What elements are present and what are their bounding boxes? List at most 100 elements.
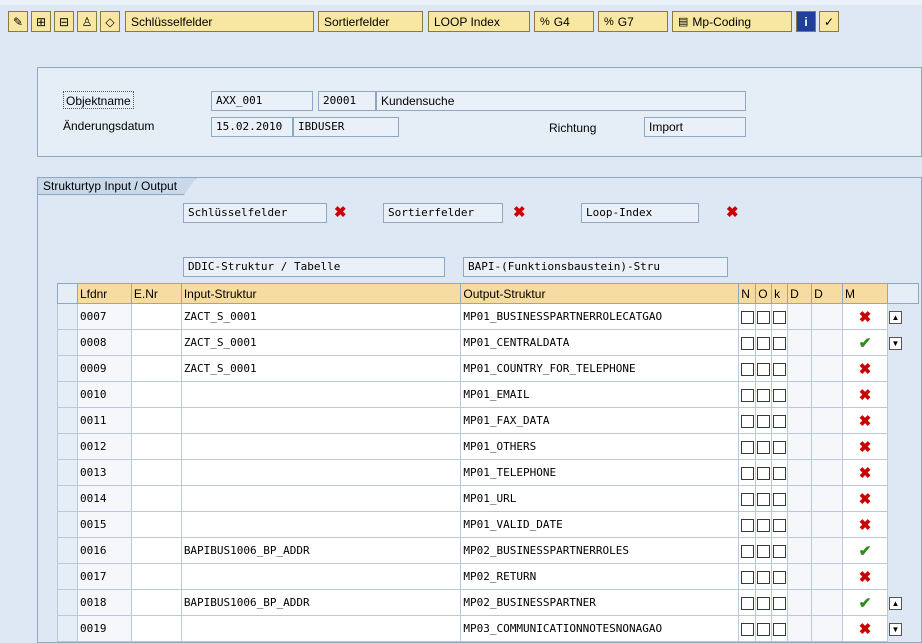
pencil-glasses-icon[interactable]: ✎ bbox=[8, 11, 28, 32]
output-structure-cell[interactable]: MP01_TELEPHONE bbox=[460, 459, 740, 486]
o-checkbox[interactable] bbox=[757, 596, 771, 610]
k-cell[interactable] bbox=[771, 381, 789, 408]
input-structure-cell[interactable] bbox=[180, 459, 462, 486]
k-checkbox[interactable] bbox=[773, 622, 787, 636]
k-cell[interactable] bbox=[771, 329, 789, 356]
enr-cell[interactable] bbox=[130, 381, 182, 408]
col-header-o[interactable]: O bbox=[755, 283, 773, 304]
n-checkbox[interactable] bbox=[740, 622, 754, 636]
output-structure-cell[interactable]: MP01_FAX_DATA bbox=[460, 407, 740, 434]
enr-cell[interactable] bbox=[130, 407, 182, 434]
n-cell[interactable] bbox=[738, 615, 757, 642]
enr-cell[interactable] bbox=[130, 511, 182, 538]
output-structure-cell[interactable]: MP01_BUSINESSPARTNERROLECATGAO bbox=[460, 303, 740, 330]
input-structure-cell[interactable] bbox=[180, 615, 462, 642]
n-cell[interactable] bbox=[738, 407, 757, 434]
output-structure-cell[interactable]: MP01_URL bbox=[460, 485, 740, 512]
key-fields-field[interactable]: Schlüsselfelder bbox=[183, 203, 327, 223]
table-row[interactable]: 0013 MP01_TELEPHONE ✖ bbox=[57, 459, 919, 486]
n-checkbox[interactable] bbox=[740, 414, 754, 428]
row-selector[interactable] bbox=[57, 303, 78, 330]
o-checkbox[interactable] bbox=[757, 622, 771, 636]
k-checkbox[interactable] bbox=[773, 336, 787, 350]
o-checkbox[interactable] bbox=[757, 492, 771, 506]
row-selector[interactable] bbox=[57, 355, 78, 382]
col-header-input-structure[interactable]: Input-Struktur bbox=[180, 283, 462, 304]
g4-button[interactable]: % G4 bbox=[534, 11, 594, 32]
enr-cell[interactable] bbox=[130, 355, 182, 382]
o-cell[interactable] bbox=[755, 407, 773, 434]
table-row[interactable]: 0010 MP01_EMAIL ✖ bbox=[57, 381, 919, 408]
input-structure-cell[interactable]: ZACT_S_0001 bbox=[180, 303, 462, 330]
input-structure-cell[interactable] bbox=[180, 511, 462, 538]
n-cell[interactable] bbox=[738, 537, 757, 564]
k-checkbox[interactable] bbox=[773, 310, 787, 324]
o-checkbox[interactable] bbox=[757, 388, 771, 402]
table-row[interactable]: 0019 MP03_COMMUNICATIONNOTESNONAGAO ✖ ▼ bbox=[57, 615, 919, 642]
loop-index-button[interactable]: LOOP Index bbox=[428, 11, 530, 32]
o-cell[interactable] bbox=[755, 563, 773, 590]
k-cell[interactable] bbox=[771, 511, 789, 538]
output-structure-cell[interactable]: MP01_CENTRALDATA bbox=[460, 329, 740, 356]
k-checkbox[interactable] bbox=[773, 518, 787, 532]
table-row[interactable]: 0015 MP01_VALID_DATE ✖ bbox=[57, 511, 919, 538]
output-structure-cell[interactable]: MP02_RETURN bbox=[460, 563, 740, 590]
o-cell[interactable] bbox=[755, 511, 773, 538]
key-fields-button[interactable]: Schlüsselfelder bbox=[125, 11, 314, 32]
n-checkbox[interactable] bbox=[740, 336, 754, 350]
o-checkbox[interactable] bbox=[757, 362, 771, 376]
o-cell[interactable] bbox=[755, 537, 773, 564]
input-structure-cell[interactable] bbox=[180, 407, 462, 434]
info-icon[interactable]: i bbox=[796, 11, 816, 32]
tag-icon[interactable]: ◇ bbox=[100, 11, 120, 32]
o-checkbox[interactable] bbox=[757, 336, 771, 350]
o-cell[interactable] bbox=[755, 355, 773, 382]
enr-cell[interactable] bbox=[130, 485, 182, 512]
col-header-n[interactable]: N bbox=[738, 283, 757, 304]
row-selector[interactable] bbox=[57, 589, 78, 616]
save-minus-icon[interactable]: ⊟ bbox=[54, 11, 74, 32]
output-structure-cell[interactable]: MP01_EMAIL bbox=[460, 381, 740, 408]
n-cell[interactable] bbox=[738, 303, 757, 330]
row-selector[interactable] bbox=[57, 381, 78, 408]
input-structure-cell[interactable]: ZACT_S_0001 bbox=[180, 329, 462, 356]
col-header-k[interactable]: k bbox=[771, 283, 789, 304]
k-cell[interactable] bbox=[771, 615, 789, 642]
output-structure-cell[interactable]: MP02_BUSINESSPARTNER bbox=[460, 589, 740, 616]
output-structure-cell[interactable]: MP02_BUSINESSPARTNERROLES bbox=[460, 537, 740, 564]
o-checkbox[interactable] bbox=[757, 518, 771, 532]
input-structure-cell[interactable]: BAPIBUS1006_BP_ADDR bbox=[180, 537, 462, 564]
table-row[interactable]: 0016 BAPIBUS1006_BP_ADDR MP02_BUSINESSPART… bbox=[57, 537, 919, 564]
o-cell[interactable] bbox=[755, 459, 773, 486]
n-cell[interactable] bbox=[738, 355, 757, 382]
o-checkbox[interactable] bbox=[757, 310, 771, 324]
n-checkbox[interactable] bbox=[740, 518, 754, 532]
row-selector[interactable] bbox=[57, 511, 78, 538]
k-cell[interactable] bbox=[771, 537, 789, 564]
o-checkbox[interactable] bbox=[757, 466, 771, 480]
n-cell[interactable] bbox=[738, 381, 757, 408]
k-cell[interactable] bbox=[771, 485, 789, 512]
k-checkbox[interactable] bbox=[773, 466, 787, 480]
row-selector[interactable] bbox=[57, 329, 78, 356]
object-number-field[interactable]: 20001 bbox=[318, 91, 376, 111]
k-checkbox[interactable] bbox=[773, 544, 787, 558]
n-cell[interactable] bbox=[738, 485, 757, 512]
enr-cell[interactable] bbox=[130, 615, 182, 642]
o-cell[interactable] bbox=[755, 303, 773, 330]
structure-tab-label[interactable]: Strukturtyp Input / Output bbox=[38, 178, 196, 195]
n-checkbox[interactable] bbox=[740, 440, 754, 454]
col-header-lfdnr[interactable]: Lfdnr bbox=[76, 283, 132, 304]
k-checkbox[interactable] bbox=[773, 388, 787, 402]
table-row[interactable]: 0014 MP01_URL ✖ bbox=[57, 485, 919, 512]
output-structure-cell[interactable]: MP01_VALID_DATE bbox=[460, 511, 740, 538]
add-plus-icon[interactable]: ⊞ bbox=[31, 11, 51, 32]
person-icon[interactable]: ♙ bbox=[77, 11, 97, 32]
table-row[interactable]: 0008 ZACT_S_0001 MP01_CENTRALDATA ✔ ▼ bbox=[57, 329, 919, 356]
col-header-m[interactable]: M bbox=[842, 283, 888, 304]
select-all-corner[interactable] bbox=[57, 283, 78, 304]
output-structure-cell[interactable]: MP03_COMMUNICATIONNOTESNONAGAO bbox=[460, 615, 740, 642]
input-structure-cell[interactable] bbox=[180, 433, 462, 460]
input-structure-cell[interactable] bbox=[180, 563, 462, 590]
k-cell[interactable] bbox=[771, 303, 789, 330]
